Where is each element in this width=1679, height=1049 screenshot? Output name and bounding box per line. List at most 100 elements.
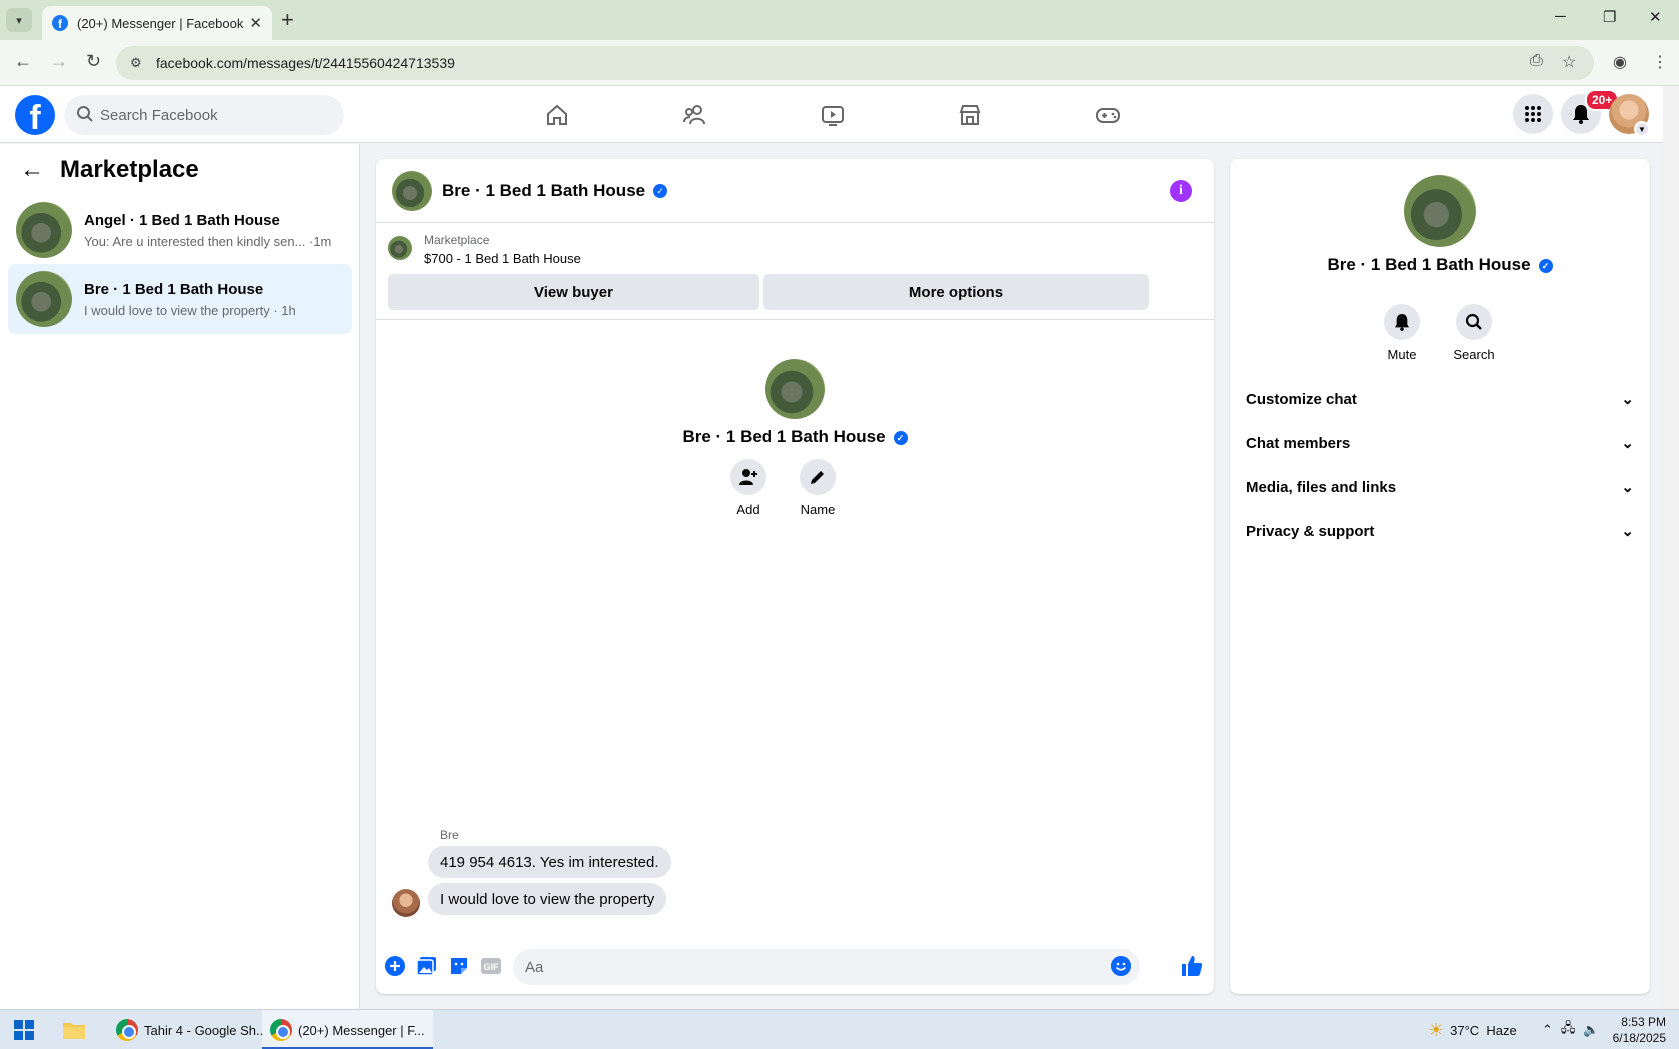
install-app-icon[interactable]: ⎙ — [1530, 52, 1543, 70]
weather-text: 37°C Haze — [1450, 1022, 1517, 1038]
bell-icon — [1384, 304, 1420, 340]
gif-icon[interactable]: GIF — [480, 955, 502, 977]
marketplace-header: ← Marketplace — [20, 156, 199, 184]
clock[interactable]: 8:53 PM 6/18/2025 — [1612, 1010, 1666, 1049]
account-chevron-icon[interactable]: ▼ — [1634, 121, 1650, 137]
marketplace-label: Marketplace — [424, 233, 490, 247]
file-explorer-icon[interactable] — [62, 1010, 86, 1049]
windows-taskbar: Tahir 4 - Google Sh... (20+) Messenger |… — [0, 1009, 1679, 1049]
site-info-icon[interactable]: ⚙ — [130, 55, 142, 71]
chrome-menu-icon[interactable]: ⋮ — [1652, 52, 1668, 72]
menu-grid-icon[interactable] — [1513, 94, 1553, 134]
profile-icon[interactable]: ◉ — [1613, 52, 1627, 72]
chevron-up-icon[interactable]: ⌃ — [1542, 1022, 1553, 1038]
chevron-down-icon: ⌄ — [1621, 435, 1634, 452]
back-icon[interactable]: ← — [14, 51, 32, 72]
profile-avatar[interactable] — [765, 359, 825, 419]
restore-icon[interactable]: ❐ — [1603, 8, 1616, 26]
house-avatar — [16, 202, 72, 258]
chat-title[interactable]: Bre · 1 Bed 1 Bath House — [442, 181, 645, 201]
verified-badge-icon: ✓ — [893, 430, 908, 445]
mute-button[interactable]: Mute — [1372, 304, 1432, 362]
conversation-item[interactable]: Angel · 1 Bed 1 Bath House You: Are u in… — [8, 195, 352, 265]
tab-search-chevron-icon[interactable]: ▾ — [6, 8, 32, 32]
name-label: Name — [800, 502, 836, 517]
network-icon[interactable]: 🖧 — [1561, 1019, 1576, 1041]
details-avatar[interactable] — [1404, 175, 1476, 247]
privacy-support-row[interactable]: Privacy & support ⌄ — [1246, 513, 1634, 549]
clock-date: 6/18/2025 — [1612, 1031, 1666, 1045]
minimize-icon[interactable]: ─ — [1555, 8, 1566, 25]
chevron-down-icon: ⌄ — [1621, 479, 1634, 496]
panel-title: Marketplace — [60, 156, 199, 183]
close-window-icon[interactable]: ✕ — [1649, 8, 1662, 26]
taskbar-sheets-window[interactable]: Tahir 4 - Google Sh... — [108, 1010, 275, 1049]
emoji-icon[interactable] — [1111, 956, 1131, 976]
forward-icon[interactable]: → — [50, 51, 68, 72]
add-button[interactable]: Add — [730, 459, 766, 517]
chat-window: Bre · 1 Bed 1 Bath House ✓ i Marketplace… — [376, 159, 1214, 994]
listing-thumbnail[interactable] — [388, 236, 412, 260]
video-icon[interactable] — [818, 100, 848, 130]
windows-start-icon[interactable] — [14, 1010, 34, 1049]
chat-members-row[interactable]: Chat members ⌄ — [1246, 425, 1634, 461]
media-files-links-row[interactable]: Media, files and links ⌄ — [1246, 469, 1634, 505]
chevron-down-icon: ⌄ — [1621, 391, 1634, 408]
conversation-name: Bre · 1 Bed 1 Bath House — [84, 280, 264, 298]
sender-name: Bre — [440, 828, 459, 842]
profile-name: Bre · 1 Bed 1 Bath House ✓ — [682, 427, 908, 447]
volume-icon[interactable]: 🔈 — [1583, 1022, 1599, 1038]
tab-title: (20+) Messenger | Facebook — [77, 15, 244, 31]
conversation-details-panel: Bre · 1 Bed 1 Bath House ✓ Mute Search Cu… — [1230, 159, 1650, 994]
listing-title[interactable]: $700 - 1 Bed 1 Bath House — [424, 251, 581, 266]
tab-close-icon[interactable]: ✕ — [249, 14, 262, 32]
more-options-button[interactable]: More options — [763, 274, 1149, 310]
name-button[interactable]: Name — [800, 459, 836, 517]
home-icon[interactable] — [542, 100, 572, 130]
view-buyer-button[interactable]: View buyer — [388, 274, 759, 310]
thumbs-up-icon[interactable] — [1180, 954, 1204, 978]
add-label: Add — [736, 502, 760, 517]
taskbar-messenger-window[interactable]: (20+) Messenger | F... — [262, 1010, 433, 1049]
chrome-icon — [116, 1019, 138, 1041]
system-tray: ⌃ 🖧 🔈 — [1542, 1010, 1600, 1049]
customize-chat-row[interactable]: Customize chat ⌄ — [1246, 381, 1634, 417]
chat-avatar[interactable] — [392, 170, 432, 211]
section-label: Privacy & support — [1246, 522, 1375, 540]
back-arrow-icon[interactable]: ← — [20, 156, 44, 184]
message-bubble[interactable]: 419 954 4613. Yes im interested. — [428, 846, 671, 878]
profile-name-text: Bre · 1 Bed 1 Bath House — [682, 427, 886, 446]
reload-icon[interactable]: ↻ — [86, 51, 101, 72]
conversation-item-active[interactable]: Bre · 1 Bed 1 Bath House I would love to… — [8, 264, 352, 334]
bookmark-star-icon[interactable]: ☆ — [1562, 52, 1576, 72]
search-in-conversation-button[interactable]: Search — [1444, 304, 1504, 362]
page-scrollbar[interactable] — [1663, 86, 1679, 1009]
plus-circle-icon[interactable] — [384, 955, 406, 977]
marketplace-icon[interactable] — [955, 100, 985, 130]
chevron-down-icon: ⌄ — [1621, 523, 1634, 540]
search-facebook-input[interactable]: Search Facebook — [64, 95, 344, 135]
gaming-icon[interactable] — [1093, 100, 1123, 130]
message-input[interactable]: Aa — [513, 949, 1140, 985]
browser-tab[interactable]: f (20+) Messenger | Facebook ✕ — [42, 6, 272, 40]
new-tab-button[interactable]: + — [281, 7, 294, 33]
message-composer: GIF Aa — [376, 941, 1214, 994]
weather-widget[interactable]: ☀ 37°C Haze — [1428, 1010, 1517, 1049]
message-placeholder: Aa — [525, 958, 544, 976]
facebook-logo[interactable]: f — [15, 95, 55, 135]
conversation-snippet: You: Are u interested then kindly sen...… — [84, 233, 332, 249]
url-text: facebook.com/messages/t/2441556042471353… — [156, 55, 455, 71]
photo-icon[interactable] — [416, 955, 438, 977]
message-bubble[interactable]: I would love to view the property — [428, 883, 667, 915]
sender-avatar[interactable] — [392, 889, 420, 917]
address-bar[interactable]: ⚙ facebook.com/messages/t/24415560424713… — [116, 46, 1594, 80]
details-name-text: Bre · 1 Bed 1 Bath House — [1327, 255, 1531, 274]
section-label: Media, files and links — [1246, 478, 1397, 496]
chat-profile-summary: Bre · 1 Bed 1 Bath House ✓ Add Name — [376, 359, 1214, 517]
search-icon — [1456, 304, 1492, 340]
conversation-info-icon[interactable]: i — [1170, 180, 1192, 202]
sticker-icon[interactable] — [448, 955, 470, 977]
friends-icon[interactable] — [680, 100, 710, 130]
details-name: Bre · 1 Bed 1 Bath House ✓ — [1230, 255, 1650, 275]
verified-badge-icon: ✓ — [653, 183, 668, 198]
